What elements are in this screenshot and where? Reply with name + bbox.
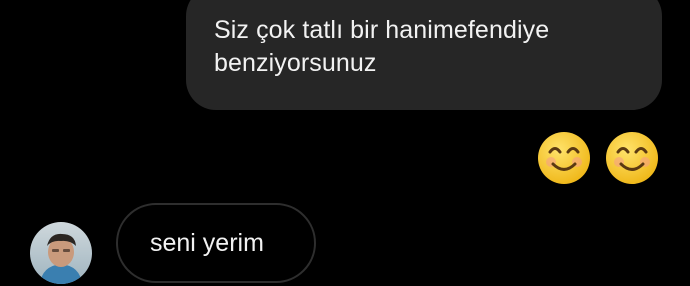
incoming-message-bubble[interactable]: seni yerim [116,203,316,283]
smiling-face-icon [538,132,590,184]
profile-photo [30,222,92,284]
smiling-face-icon [606,132,658,184]
incoming-message-text: seni yerim [150,228,264,257]
sender-avatar[interactable] [30,222,92,284]
outgoing-message-text: Siz çok tatlı bir hanimefendiye benziyor… [214,16,550,77]
outgoing-message-bubble[interactable]: Siz çok tatlı bir hanimefendiye benziyor… [186,0,662,110]
chat-thread: Siz çok tatlı bir hanimefendiye benziyor… [0,0,690,286]
emoji-message[interactable] [536,130,660,186]
